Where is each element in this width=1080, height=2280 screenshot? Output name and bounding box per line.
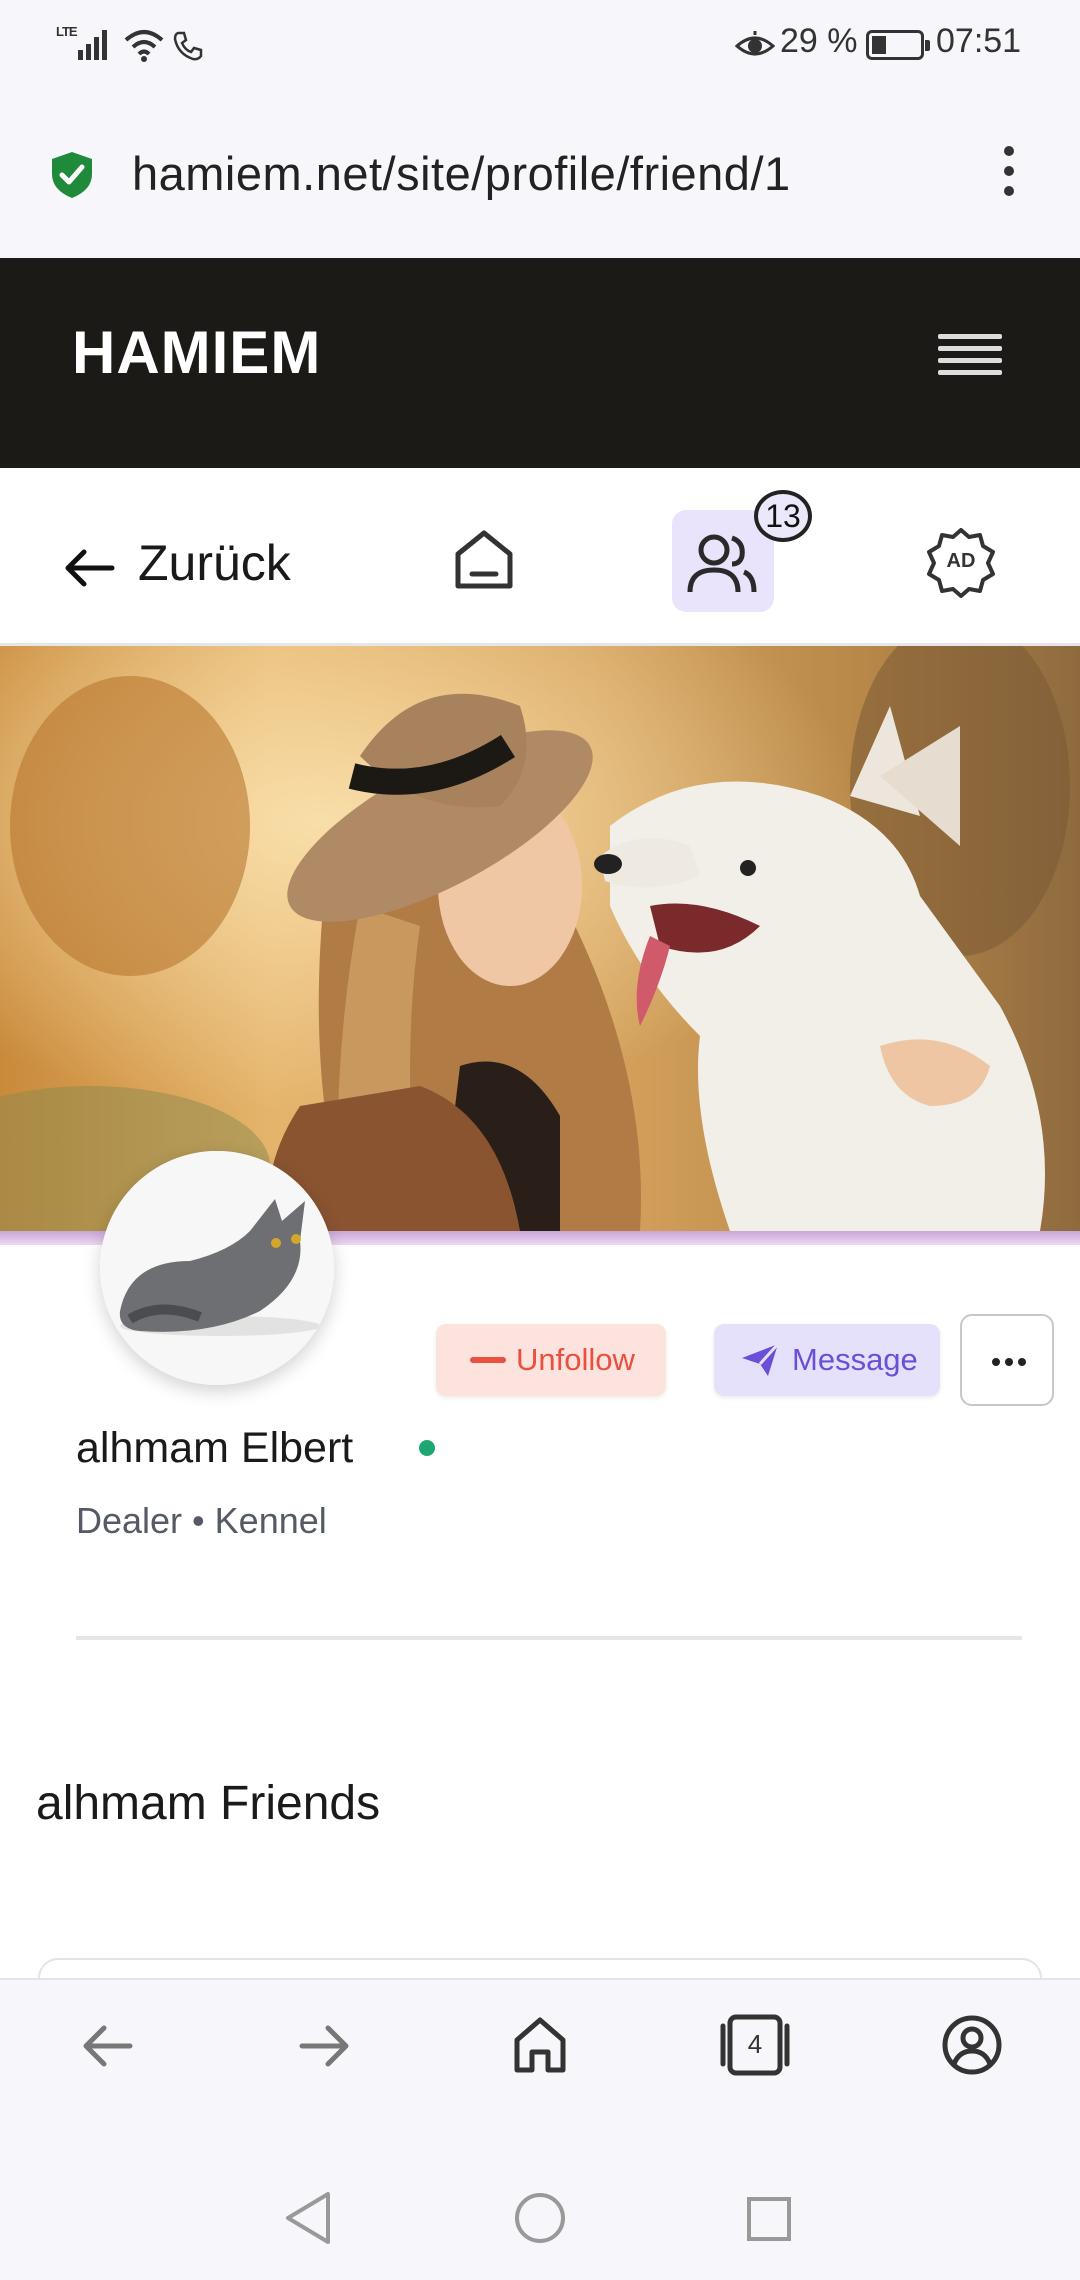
back-button[interactable]: Zurück xyxy=(64,528,324,592)
eye-icon xyxy=(735,31,775,56)
tabs-icon[interactable]: 4 xyxy=(718,2014,792,2076)
profile-subtitle: Dealer • Kennel xyxy=(76,1500,327,1541)
unfollow-label: Unfollow xyxy=(516,1342,635,1377)
friends-section-title: alhmam Friends xyxy=(36,1777,381,1830)
message-button[interactable]: Message xyxy=(714,1324,940,1396)
message-label: Message xyxy=(792,1342,918,1377)
secure-shield-icon xyxy=(52,152,92,198)
circle-home-icon[interactable] xyxy=(514,2192,566,2244)
url-text[interactable]: hamiem.net/site/profile/friend/1 xyxy=(132,146,791,201)
clock: 07:51 xyxy=(936,22,1022,60)
send-icon xyxy=(742,1342,780,1376)
minus-icon xyxy=(470,1357,506,1363)
avatar[interactable] xyxy=(100,1151,334,1385)
browser-url-bar: hamiem.net/site/profile/friend/1 xyxy=(0,92,1080,258)
hamburger-menu-icon[interactable] xyxy=(938,326,1002,382)
divider xyxy=(76,1636,1022,1640)
back-icon[interactable] xyxy=(80,2020,136,2072)
arrow-left-icon xyxy=(65,549,115,587)
online-status-dot xyxy=(419,1440,435,1456)
unfollow-button[interactable]: Unfollow xyxy=(436,1324,666,1396)
home-icon[interactable] xyxy=(512,2016,568,2074)
more-options-button[interactable] xyxy=(960,1314,1054,1406)
battery-icon xyxy=(866,30,930,60)
system-navigation-bar xyxy=(0,2128,1080,2280)
cover-photo xyxy=(0,646,1080,1231)
profile-name: alhmam Elbert xyxy=(76,1424,354,1472)
wifi-icon xyxy=(124,30,164,62)
square-recents-icon[interactable] xyxy=(746,2196,792,2242)
status-bar: LTE 29 % 07:51 xyxy=(0,0,1080,92)
ad-label: AD xyxy=(946,550,976,572)
battery-percent: 29 % xyxy=(780,22,858,60)
home-icon[interactable] xyxy=(452,528,516,592)
forward-icon[interactable] xyxy=(296,2020,352,2072)
lte-signal-icon: LTE xyxy=(56,24,114,64)
back-label: Zurück xyxy=(138,535,291,591)
users-icon xyxy=(687,534,757,593)
triangle-back-icon[interactable] xyxy=(284,2190,334,2246)
phone-icon xyxy=(173,31,203,61)
more-menu-icon[interactable] xyxy=(994,146,1020,206)
profile-nav: Zurück 13 AD xyxy=(0,468,1080,646)
ad-badge-icon[interactable]: AD xyxy=(924,526,998,600)
site-header: HAMIEM xyxy=(0,258,1080,468)
site-logo[interactable]: HAMIEM xyxy=(72,318,321,387)
friends-count-badge: 13 xyxy=(754,490,812,542)
tab-count: 4 xyxy=(747,2029,763,2059)
more-dots-icon xyxy=(992,1358,1028,1366)
account-icon[interactable] xyxy=(941,2014,1003,2076)
browser-bottom-bar: 4 xyxy=(0,1978,1080,2128)
